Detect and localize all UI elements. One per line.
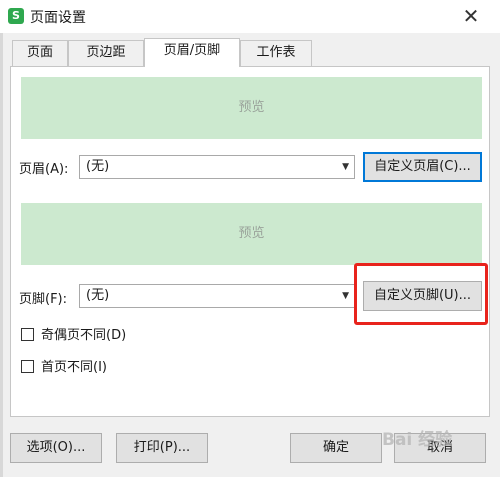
tab-sheet[interactable]: 工作表: [240, 40, 312, 66]
ok-button[interactable]: 确定: [290, 433, 382, 463]
footer-label: 页脚(F):: [19, 292, 68, 307]
first-page-label: 首页不同(I): [41, 360, 107, 375]
tab-header-footer[interactable]: 页眉/页脚: [144, 38, 240, 67]
close-icon[interactable]: ✕: [460, 5, 482, 27]
header-footer-panel: 预览 页眉(A): (无) ▼ 自定义页眉(C)... 预览 页脚(F): (无…: [10, 66, 490, 417]
custom-header-button[interactable]: 自定义页眉(C)...: [363, 152, 482, 182]
tab-page[interactable]: 页面: [12, 40, 68, 66]
red-highlight-box: [354, 263, 488, 325]
footer-select-value: (无): [86, 288, 110, 303]
odd-even-label: 奇偶页不同(D): [41, 328, 127, 343]
checkbox-icon[interactable]: [21, 360, 34, 373]
title-bar: S 页面设置 ✕: [0, 0, 500, 33]
wps-app-icon: S: [8, 8, 24, 24]
baidu-watermark: Bai 经验: [382, 430, 453, 450]
options-button[interactable]: 选项(O)...: [10, 433, 102, 463]
odd-even-checkbox[interactable]: 奇偶页不同(D): [21, 324, 126, 343]
header-preview: 预览: [21, 77, 482, 139]
header-select[interactable]: (无) ▼: [79, 155, 355, 179]
tab-margins[interactable]: 页边距: [68, 40, 144, 66]
print-button[interactable]: 打印(P)...: [116, 433, 208, 463]
footer-select[interactable]: (无) ▼: [79, 284, 355, 308]
header-select-value: (无): [86, 159, 110, 174]
first-page-checkbox[interactable]: 首页不同(I): [21, 356, 107, 375]
checkbox-icon[interactable]: [21, 328, 34, 341]
chevron-down-icon: ▼: [342, 162, 349, 172]
window-border: [0, 33, 3, 477]
tab-strip: 页面 页边距 页眉/页脚 工作表: [0, 38, 500, 67]
dialog-title: 页面设置: [30, 10, 86, 26]
header-label: 页眉(A):: [19, 162, 69, 177]
footer-preview: 预览: [21, 203, 482, 265]
chevron-down-icon: ▼: [342, 291, 349, 301]
